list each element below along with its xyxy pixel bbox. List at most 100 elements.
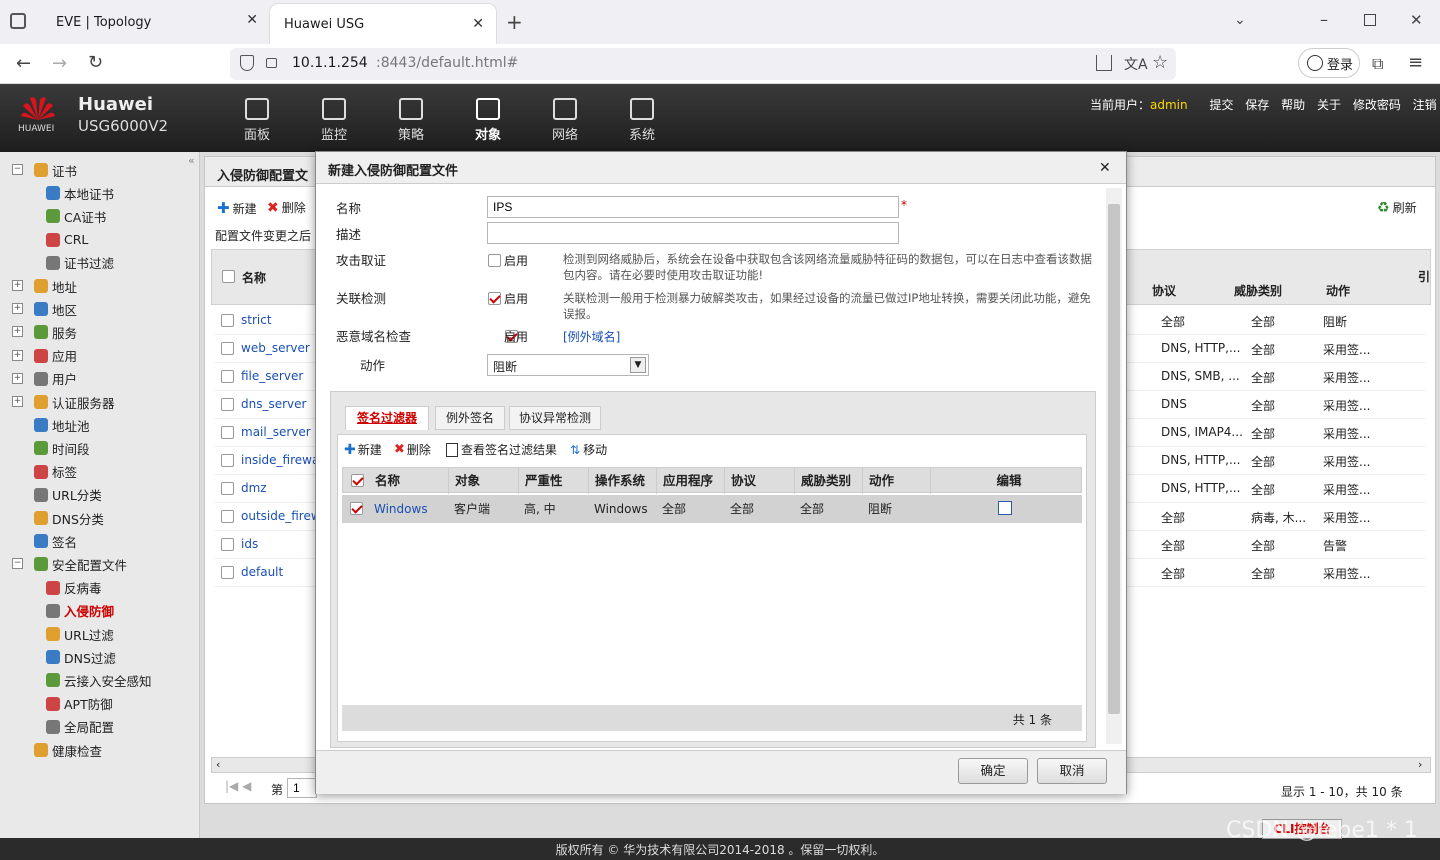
- filter-table-row[interactable]: Windows 客户端 高, 中 Windows 全部 全部 全部 阻断: [342, 495, 1082, 523]
- exception-domain-link[interactable]: [例外域名]: [563, 328, 620, 345]
- download-icon[interactable]: [1096, 55, 1112, 71]
- row-name[interactable]: Windows: [368, 495, 428, 523]
- row-checkbox[interactable]: [221, 426, 234, 439]
- action-select[interactable]: 阻断 ▼: [487, 354, 649, 376]
- expand-toggle-icon[interactable]: +: [12, 280, 23, 291]
- row-name[interactable]: dmz: [241, 481, 267, 495]
- login-button[interactable]: 登录: [1298, 48, 1360, 78]
- row-name[interactable]: ids: [241, 537, 258, 551]
- sidebar-item[interactable]: CRL: [46, 230, 88, 250]
- correlation-checkbox[interactable]: [488, 292, 501, 305]
- tab-exception-signature[interactable]: 例外签名: [435, 406, 505, 430]
- link-change-password[interactable]: 修改密码: [1353, 98, 1401, 112]
- lock-icon[interactable]: [266, 58, 277, 68]
- address-bar[interactable]: 10.1.1.254 :8443/default.html# 文A ☆: [230, 48, 1176, 80]
- row-name[interactable]: web_server: [241, 341, 310, 355]
- row-name[interactable]: strict: [241, 313, 272, 327]
- window-close-icon[interactable]: ✕: [1410, 11, 1423, 29]
- expand-toggle-icon[interactable]: +: [12, 303, 23, 315]
- row-name[interactable]: default: [241, 565, 283, 579]
- browser-tab-huawei[interactable]: Huawei USG ✕: [270, 4, 496, 44]
- link-submit[interactable]: 提交: [1209, 98, 1233, 112]
- nav-policy[interactable]: 策略: [381, 98, 441, 143]
- row-checkbox[interactable]: [221, 370, 234, 383]
- link-save[interactable]: 保存: [1245, 98, 1269, 112]
- expand-toggle-icon[interactable]: −: [12, 558, 23, 570]
- select-all-checkbox[interactable]: [222, 270, 235, 283]
- row-name[interactable]: inside_firewal: [241, 453, 323, 467]
- row-checkbox[interactable]: [221, 566, 234, 579]
- name-input[interactable]: [487, 196, 899, 218]
- row-name[interactable]: mail_server: [241, 425, 311, 439]
- first-page-icon[interactable]: |◀ ◀: [225, 779, 251, 793]
- sidebar-item[interactable]: 服务: [34, 322, 77, 342]
- sidebar-item[interactable]: 认证服务器: [34, 392, 115, 412]
- menu-icon[interactable]: ≡: [1408, 52, 1423, 73]
- sidebar-item[interactable]: 用户: [34, 369, 77, 389]
- row-checkbox[interactable]: [221, 482, 234, 495]
- sidebar-item[interactable]: 证书过滤: [46, 253, 114, 273]
- sidebar-item[interactable]: 应用: [34, 346, 77, 366]
- nav-network[interactable]: 网络: [535, 98, 595, 143]
- row-checkbox[interactable]: [221, 342, 234, 355]
- link-help[interactable]: 帮助: [1281, 98, 1305, 112]
- sidebar-item[interactable]: 地区: [34, 299, 77, 319]
- chevron-down-icon[interactable]: ⌄: [1234, 12, 1246, 28]
- sidebar-item[interactable]: 地址池: [34, 415, 90, 435]
- tab-list-icon[interactable]: [10, 13, 26, 29]
- row-name[interactable]: file_server: [241, 369, 303, 383]
- sidebar-item[interactable]: 地址: [34, 276, 77, 296]
- link-about[interactable]: 关于: [1317, 98, 1341, 112]
- sidebar-item[interactable]: URL分类: [34, 485, 102, 505]
- sidebar-item[interactable]: DNS分类: [34, 508, 104, 528]
- sidebar-item[interactable]: 全局配置: [46, 717, 114, 737]
- nav-dashboard[interactable]: 面板: [227, 98, 287, 143]
- expand-toggle-icon[interactable]: +: [12, 349, 23, 361]
- move-button[interactable]: ⇅ 移动: [570, 441, 607, 458]
- expand-toggle-icon[interactable]: +: [12, 372, 23, 384]
- evidence-checkbox[interactable]: [488, 254, 501, 267]
- sidebar-item[interactable]: 云接入安全感知: [46, 670, 152, 690]
- scroll-left-icon[interactable]: ‹: [216, 758, 220, 771]
- sidebar-item[interactable]: CA证书: [46, 206, 106, 226]
- row-checkbox[interactable]: [221, 538, 234, 551]
- close-icon[interactable]: ✕: [472, 16, 484, 32]
- tab-signature-filter[interactable]: 签名过滤器: [345, 406, 429, 430]
- back-icon[interactable]: ←: [16, 53, 31, 74]
- collapse-icon[interactable]: «: [188, 154, 195, 167]
- row-checkbox[interactable]: [350, 502, 363, 515]
- new-button[interactable]: ✚ 新建: [217, 199, 257, 217]
- expand-toggle-icon[interactable]: +: [12, 326, 23, 338]
- sidebar-item[interactable]: 入侵防御: [46, 601, 114, 621]
- sidebar-item[interactable]: 标签: [34, 462, 77, 482]
- browser-tab-eve[interactable]: EVE | Topology ✕: [42, 0, 270, 44]
- nav-monitor[interactable]: 监控: [304, 98, 364, 143]
- expand-toggle-icon[interactable]: −: [12, 164, 23, 175]
- tab-protocol-anomaly[interactable]: 协议异常检测: [509, 406, 601, 430]
- page-input[interactable]: [287, 778, 317, 798]
- link-logout[interactable]: 注销: [1413, 98, 1437, 112]
- delete-button[interactable]: ✖ 删除: [267, 199, 306, 216]
- refresh-button[interactable]: ♻ 刷新: [1377, 199, 1417, 216]
- minimize-icon[interactable]: –: [1320, 10, 1328, 29]
- filter-delete-button[interactable]: ✖ 删除: [394, 441, 431, 458]
- close-icon[interactable]: ✕: [246, 12, 258, 28]
- edit-icon[interactable]: [998, 501, 1012, 515]
- sidebar-item[interactable]: 安全配置文件: [34, 554, 127, 574]
- sidebar-item[interactable]: URL过滤: [46, 624, 114, 644]
- sidebar-item[interactable]: APT防御: [46, 694, 113, 714]
- expand-toggle-icon[interactable]: +: [12, 396, 23, 407]
- forward-icon[interactable]: →: [52, 53, 67, 74]
- scroll-right-icon[interactable]: ›: [1418, 758, 1422, 771]
- view-filter-result-button[interactable]: 查看签名过滤结果: [446, 441, 557, 458]
- nav-object[interactable]: 对象: [458, 98, 518, 143]
- sidebar-item[interactable]: 证书: [34, 160, 77, 180]
- shield-icon[interactable]: [240, 55, 254, 71]
- extensions-icon[interactable]: ⧉: [1372, 54, 1383, 74]
- scrollbar-thumb[interactable]: [1108, 204, 1120, 714]
- row-checkbox[interactable]: [221, 398, 234, 411]
- reload-icon[interactable]: ↻: [88, 52, 103, 73]
- dialog-scrollbar[interactable]: [1106, 188, 1122, 744]
- new-tab-icon[interactable]: +: [506, 10, 523, 34]
- sidebar-item[interactable]: 时间段: [34, 438, 90, 458]
